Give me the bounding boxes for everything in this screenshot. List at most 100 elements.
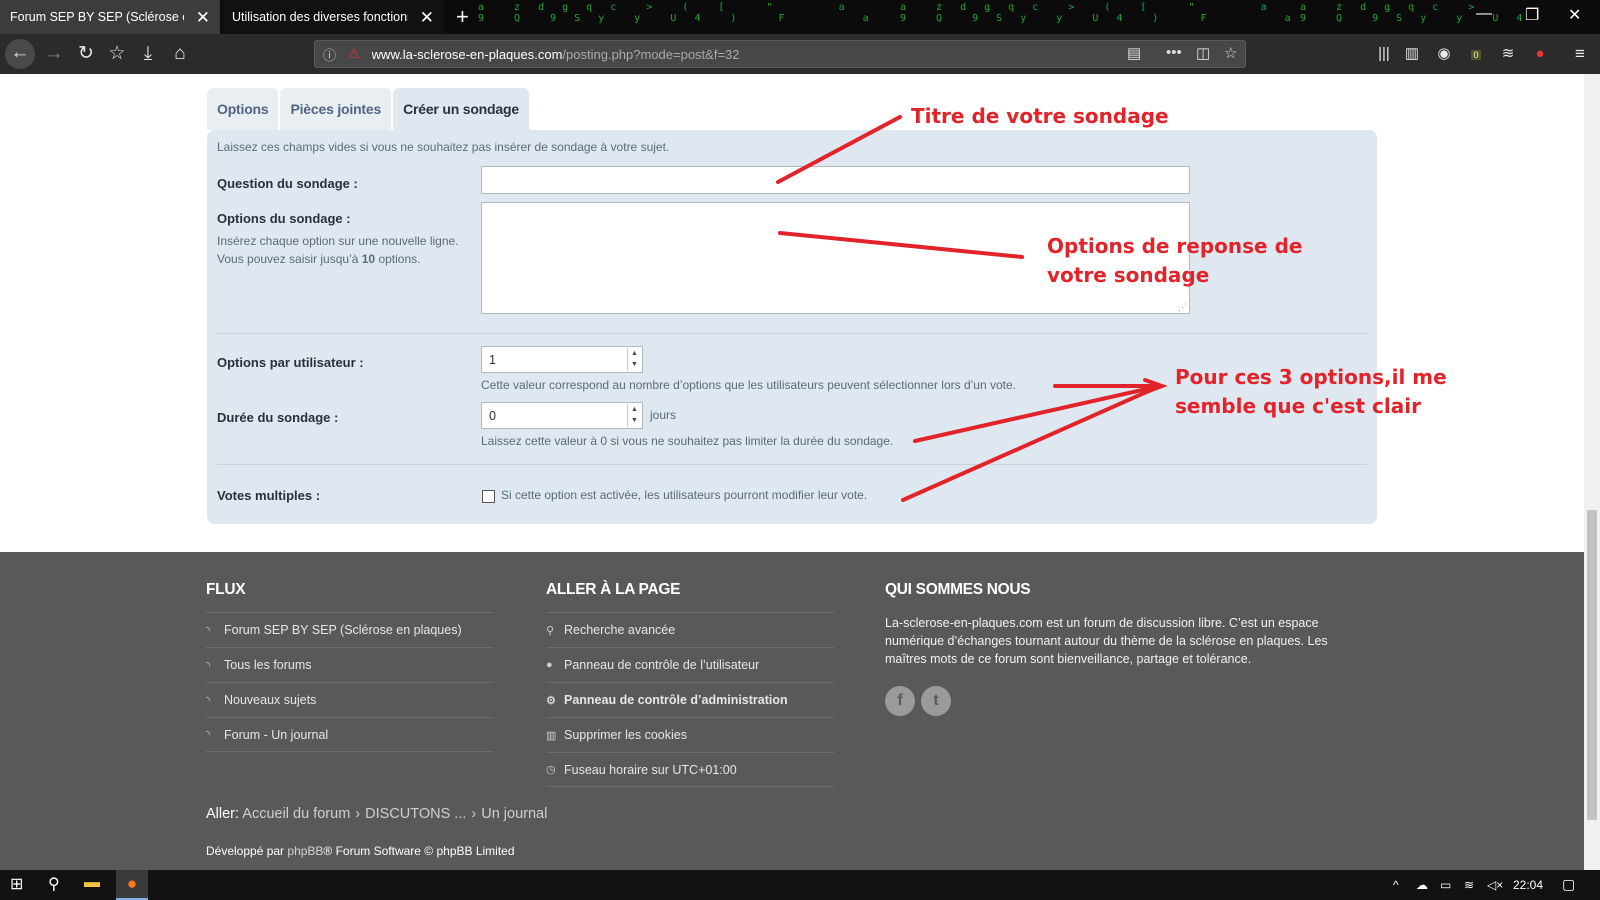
windows-taskbar: ⊞ ⚲ ▬ ● ^ ☁ ▭ ≋ ◁× 22:04 ▢: [0, 870, 1600, 900]
breadcrumb-item[interactable]: Un journal: [481, 806, 547, 822]
firefox-taskbar-button[interactable]: ●: [116, 870, 148, 900]
form-tabs: Options Pièces jointes Créer un sondage: [207, 88, 529, 130]
rss-icon: ◝: [206, 729, 211, 741]
bookmark-star-icon[interactable]: ☆: [103, 40, 131, 68]
credits-text: ® Forum Software © phpBB Limited: [323, 844, 515, 858]
footer-link-timezone: ◷ Fuseau horaire sur UTC+01:00: [546, 752, 834, 787]
breadcrumb-item[interactable]: DISCUTONS ...: [365, 806, 466, 822]
site-info-icon[interactable]: ⓘ: [323, 45, 336, 64]
poll-duration-unit: jours: [650, 408, 677, 422]
wifi-icon[interactable]: ≋: [1464, 878, 1474, 892]
close-tab-icon[interactable]: ✕: [420, 9, 434, 26]
page-content: Options Pièces jointes Créer un sondage …: [0, 74, 1584, 552]
poll-options-max: 10: [361, 252, 376, 266]
footer-link-label: Recherche avancée: [564, 623, 676, 637]
address-bar[interactable]: ⓘ ⚠ www.la-sclerose-en-plaques.com/posti…: [314, 40, 1246, 68]
extension-icon[interactable]: ◉: [1430, 40, 1458, 68]
notifications-icon[interactable]: ▢: [1562, 876, 1575, 893]
search-icon[interactable]: ⚲: [48, 874, 60, 894]
extension-icon[interactable]: ●: [1526, 40, 1554, 68]
options-per-user-label: Options par utilisateur :: [217, 355, 364, 370]
scrollbar-thumb[interactable]: [1587, 510, 1597, 820]
trash-icon: ▥: [546, 729, 557, 742]
poll-question-label: Question du sondage :: [217, 176, 358, 191]
taskbar-clock[interactable]: 22:04: [1513, 878, 1543, 892]
footer-link-acp[interactable]: ⚙ Panneau de contrôle d’administration: [546, 682, 834, 717]
file-explorer-icon[interactable]: ▬: [84, 874, 100, 892]
multiple-votes-label: Votes multiples :: [217, 488, 321, 503]
footer-link-label: Forum - Un journal: [224, 727, 329, 742]
menu-hamburger-icon[interactable]: ≡: [1566, 40, 1594, 68]
poll-options-help-text: Insérez chaque option sur une nouvelle l…: [217, 234, 459, 266]
footer-rss-link[interactable]: ◝ Forum - Un journal: [206, 717, 494, 752]
divider: [217, 464, 1367, 465]
stepper-arrows-icon[interactable]: ▲ ▼: [627, 404, 641, 427]
poll-question-input[interactable]: [481, 166, 1190, 194]
footer-link-ucp[interactable]: ● Panneau de contrôle de l’utilisateur: [546, 647, 834, 682]
tab-create-poll[interactable]: Créer un sondage: [393, 88, 529, 130]
footer-link-label: Forum SEP BY SEP (Sclérose en plaques): [224, 623, 462, 637]
facebook-icon[interactable]: f: [885, 686, 915, 716]
bookmark-star-icon[interactable]: ☆: [1224, 44, 1237, 62]
rss-icon: ◝: [206, 694, 211, 707]
phpbb-link[interactable]: phpBB: [287, 844, 323, 858]
onedrive-icon[interactable]: ☁: [1416, 878, 1428, 892]
search-icon: ⚲: [546, 624, 555, 637]
footer-link-search[interactable]: ⚲ Recherche avancée: [546, 612, 834, 647]
download-icon[interactable]: ⤓: [134, 40, 162, 68]
footer-rss-link[interactable]: ◝ Tous les forums: [206, 647, 494, 682]
footer-link-label: Tous les forums: [224, 658, 312, 672]
close-tab-icon[interactable]: ✕: [196, 9, 210, 26]
footer-about-text: La-sclerose-en-plaques.com est un forum …: [885, 616, 1328, 666]
footer-link-label: Nouveaux sujets: [224, 693, 317, 707]
footer-rss-link[interactable]: ◝ Nouveaux sujets: [206, 682, 494, 717]
options-per-user-desc: Cette valeur correspond au nombre d’opti…: [481, 378, 1016, 392]
new-tab-icon[interactable]: +: [456, 4, 469, 30]
reload-icon[interactable]: ↻: [72, 40, 100, 68]
extension-badge-count: 0: [1471, 50, 1481, 60]
pocket-icon[interactable]: ◫: [1196, 44, 1210, 62]
tab-options[interactable]: Options: [207, 88, 279, 130]
multiple-votes-checkbox[interactable]: [482, 490, 495, 503]
url-text[interactable]: www.la-sclerose-en-plaques.com/posting.p…: [372, 47, 740, 62]
poll-options-help: Insérez chaque option sur une nouvelle l…: [217, 232, 462, 268]
page-actions-icon[interactable]: •••: [1166, 44, 1182, 61]
footer-link-label: Panneau de contrôle d’administration: [564, 693, 788, 707]
browser-tab-functions[interactable]: Utilisation des diverses fonctions d ✕: [222, 0, 444, 34]
annotation-three-options-1: Pour ces 3 options,il me: [1175, 365, 1447, 389]
insecure-lock-icon[interactable]: ⚠: [348, 46, 360, 62]
minimize-icon[interactable]: —: [1476, 5, 1492, 23]
clock-icon: ◷: [546, 764, 556, 776]
poll-duration-value: 0: [489, 409, 496, 423]
browser-tab-forum[interactable]: Forum SEP BY SEP (Sclérose en plac ✕: [0, 0, 220, 34]
tab-title: Utilisation des diverses fonctions d: [232, 10, 408, 24]
footer-link-cookies[interactable]: ▥ Supprimer les cookies: [546, 717, 834, 752]
resize-handle-icon[interactable]: ⋰: [1178, 302, 1187, 313]
tray-chevron-icon[interactable]: ^: [1393, 878, 1399, 892]
tab-title: Forum SEP BY SEP (Sclérose en plac: [10, 10, 184, 24]
home-icon[interactable]: ⌂: [166, 40, 194, 68]
stepper-arrows-icon[interactable]: ▲ ▼: [627, 348, 641, 371]
footer-rss-link[interactable]: ◝ Forum SEP BY SEP (Sclérose en plaques): [206, 612, 494, 647]
volume-muted-icon[interactable]: ◁×: [1487, 878, 1503, 892]
breadcrumb-item[interactable]: Accueil du forum: [242, 806, 350, 822]
forward-arrow-icon[interactable]: →: [40, 40, 68, 68]
breadcrumb-separator: ›: [471, 806, 477, 822]
extension-badge-icon[interactable]: 0: [1462, 40, 1490, 68]
windows-start-icon[interactable]: ⊞: [10, 874, 23, 894]
twitter-icon[interactable]: t: [921, 686, 951, 716]
window-close-icon[interactable]: ✕: [1568, 5, 1581, 25]
restore-icon[interactable]: ❐: [1525, 5, 1539, 25]
back-arrow-icon[interactable]: ←: [5, 39, 35, 69]
sidebar-icon[interactable]: ▥: [1398, 40, 1426, 68]
poll-duration-stepper[interactable]: 0 ▲ ▼: [481, 402, 643, 429]
battery-icon[interactable]: ▭: [1440, 878, 1451, 892]
options-per-user-stepper[interactable]: 1 ▲ ▼: [481, 346, 643, 373]
extension-icon[interactable]: ≋: [1494, 40, 1522, 68]
poll-duration-desc: Laissez cette valeur à 0 si vous ne souh…: [481, 434, 894, 448]
tab-attachments[interactable]: Pièces jointes: [280, 88, 392, 130]
library-icon[interactable]: |||: [1370, 40, 1398, 68]
reader-view-icon[interactable]: ▤: [1127, 44, 1141, 62]
breadcrumb: Aller: Accueil du forum › DISCUTONS ... › Un…: [206, 806, 547, 822]
annotation-three-options-2: semble que c'est clair: [1175, 394, 1421, 418]
